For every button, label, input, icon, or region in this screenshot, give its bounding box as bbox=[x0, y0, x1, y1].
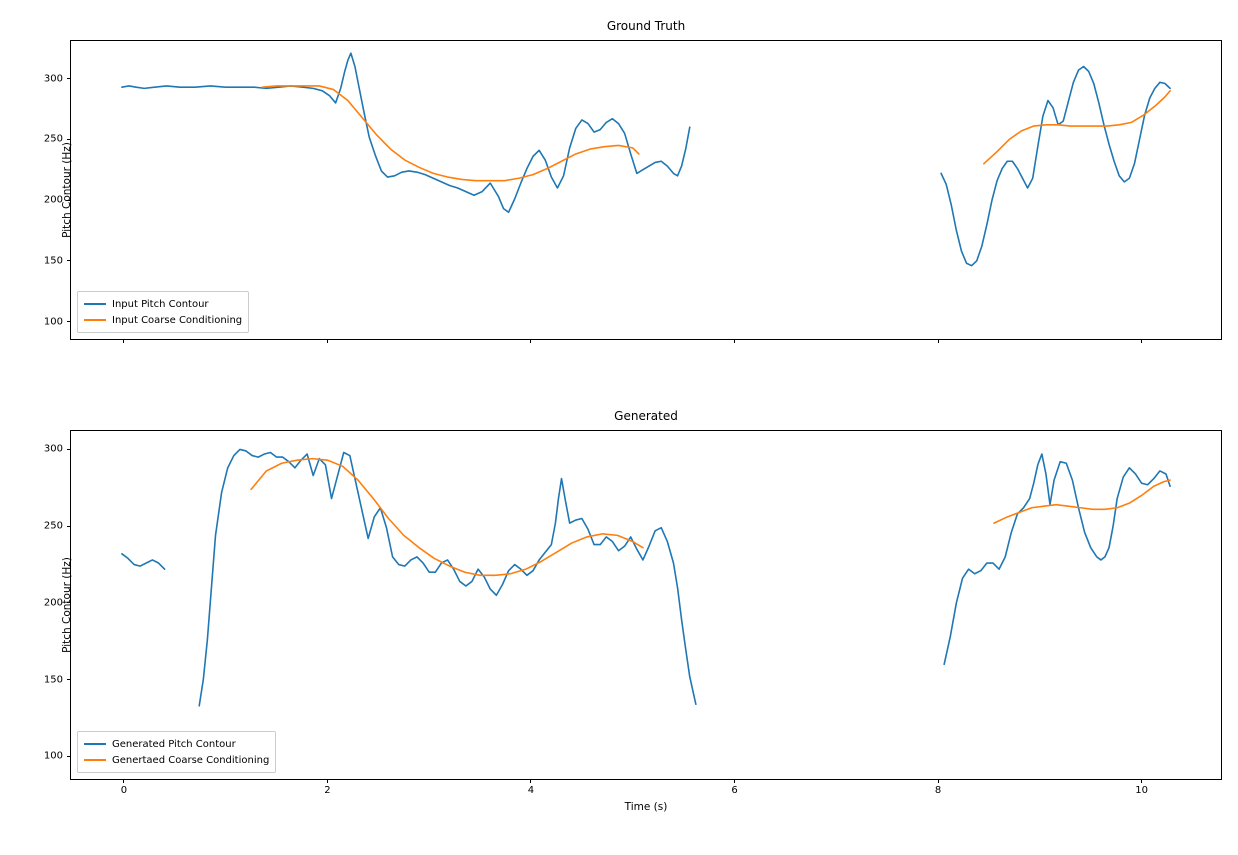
x-tick-label: 8 bbox=[935, 785, 941, 796]
y-tick-label: 100 bbox=[44, 751, 63, 762]
series-gen_cond_b bbox=[994, 480, 1170, 523]
series-gen_pitch_c bbox=[944, 454, 1170, 664]
series-gt_pitch_b bbox=[941, 67, 1170, 266]
legend-swatch bbox=[84, 759, 106, 761]
axes-title: Generated bbox=[71, 409, 1221, 423]
legend-label: Input Coarse Conditioning bbox=[112, 315, 242, 326]
x-tick-label: 0 bbox=[121, 785, 127, 796]
legend-entry: Input Coarse Conditioning bbox=[84, 312, 242, 328]
legend-swatch bbox=[84, 743, 106, 745]
y-tick-label: 100 bbox=[44, 316, 63, 327]
ax-top: Ground TruthPitch Contour (Hz)1001502002… bbox=[70, 40, 1222, 340]
x-tick-label: 2 bbox=[324, 785, 330, 796]
legend: Generated Pitch Contour Genertaed Coarse … bbox=[77, 731, 276, 773]
series-gen_pitch_b bbox=[199, 449, 696, 705]
axes-title: Ground Truth bbox=[71, 19, 1221, 33]
series-gt_cond_a bbox=[262, 86, 639, 181]
x-axis-label: Time (s) bbox=[71, 801, 1221, 813]
y-tick-label: 150 bbox=[44, 674, 63, 685]
legend-swatch bbox=[84, 319, 106, 321]
x-tick-label: 6 bbox=[731, 785, 737, 796]
legend: Input Pitch Contour Input Coarse Conditio… bbox=[77, 291, 249, 333]
plot-area bbox=[71, 431, 1223, 781]
x-tick-label: 10 bbox=[1135, 785, 1148, 796]
legend-entry: Generated Pitch Contour bbox=[84, 736, 269, 752]
y-tick-label: 300 bbox=[44, 73, 63, 84]
legend-entry: Genertaed Coarse Conditioning bbox=[84, 752, 269, 768]
figure: Ground TruthPitch Contour (Hz)1001502002… bbox=[0, 0, 1238, 855]
legend-label: Input Pitch Contour bbox=[112, 299, 209, 310]
y-tick-label: 250 bbox=[44, 521, 63, 532]
legend-label: Generated Pitch Contour bbox=[112, 739, 236, 750]
y-tick-label: 300 bbox=[44, 444, 63, 455]
series-gen_pitch_a bbox=[122, 554, 165, 569]
x-tick-label: 4 bbox=[528, 785, 534, 796]
y-tick-label: 250 bbox=[44, 134, 63, 145]
y-tick-label: 150 bbox=[44, 255, 63, 266]
legend-entry: Input Pitch Contour bbox=[84, 296, 242, 312]
legend-swatch bbox=[84, 303, 106, 305]
y-tick-label: 200 bbox=[44, 597, 63, 608]
ax-bot: GeneratedPitch Contour (Hz)Time (s)10015… bbox=[70, 430, 1222, 780]
legend-label: Genertaed Coarse Conditioning bbox=[112, 755, 269, 766]
series-gen_cond_a bbox=[251, 459, 643, 576]
y-tick-label: 200 bbox=[44, 195, 63, 206]
series-gt_pitch_a bbox=[122, 53, 690, 212]
